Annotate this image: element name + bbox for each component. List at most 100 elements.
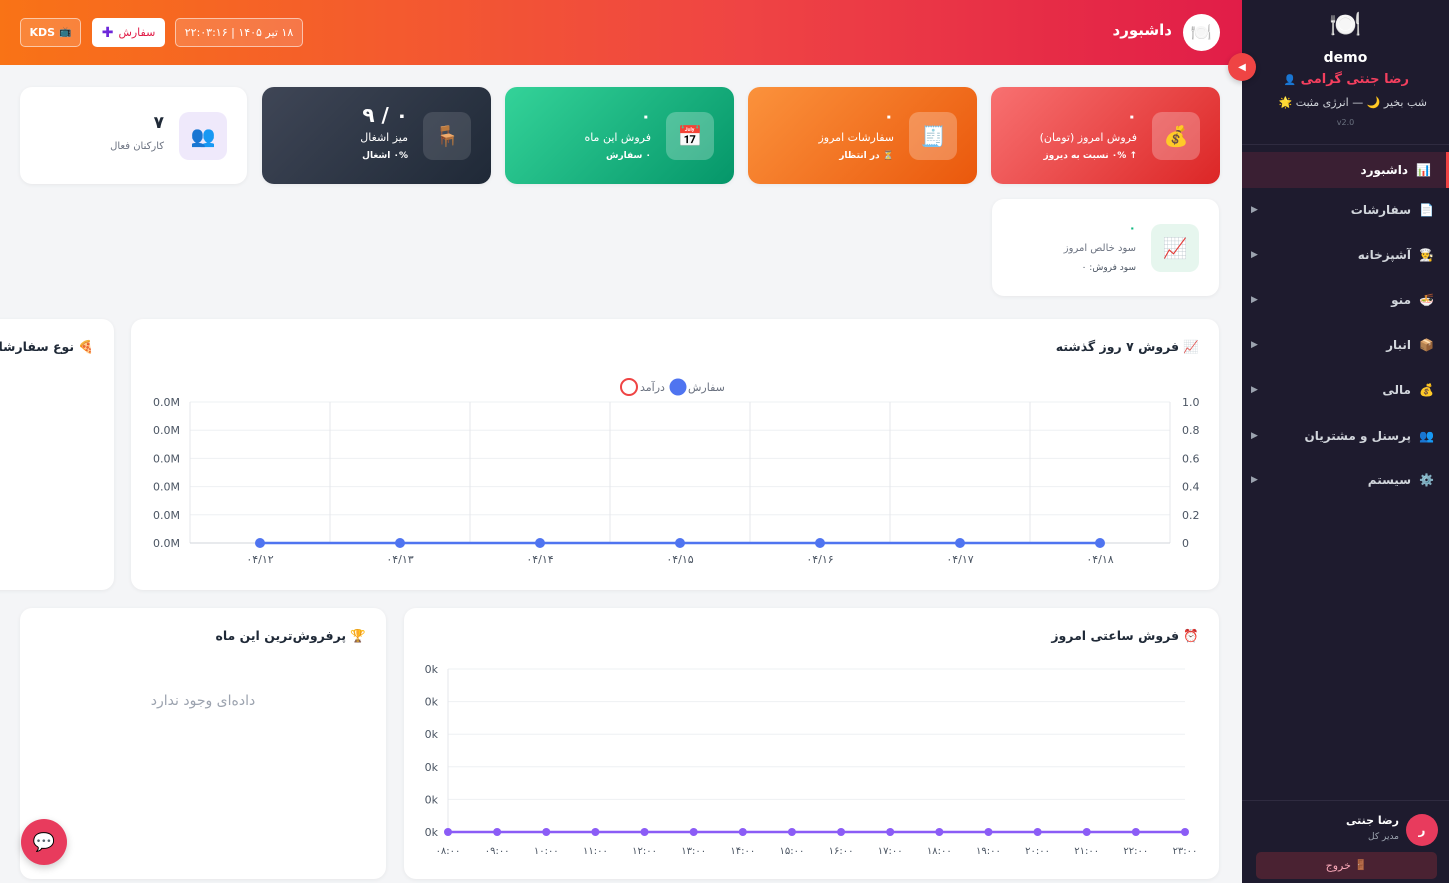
y-tick-label: 0k — [425, 761, 439, 774]
hourly-sales-chart: 0k 0k 0k 0k 0k 0k ۰۸:۰۰ ۰۹:۰۰ ۱۰:۰۰ ۱۱:۰۰ ۱۲:۰۰ ۱۳:… — [425, 663, 1198, 857]
y-right-tick-label: 0.6 — [1182, 452, 1200, 465]
sidebar-item-dashboard[interactable]: داشبورد 📊 — [1242, 152, 1449, 188]
data-point[interactable] — [542, 828, 551, 836]
chat-bubble-icon: 💬 — [32, 831, 56, 853]
chevron-right-icon: ▶ — [1251, 205, 1258, 215]
stat-value: ۰ — [1128, 221, 1136, 235]
data-point[interactable] — [675, 538, 685, 548]
sidebar-item-inventory[interactable]: ▶ انبار 📦 — [1242, 327, 1449, 363]
order-types-panel: 🍕 نوع سفارشات — [0, 319, 114, 590]
data-point[interactable] — [955, 538, 965, 548]
x-tick-label: ۱۵:۰۰ — [780, 846, 805, 857]
stat-value: ۰ — [1126, 107, 1137, 127]
stat-label: سفارشات امروز — [818, 131, 894, 144]
order-button-label: سفارش — [118, 26, 156, 39]
y-left-tick-label: 0.0M — [153, 452, 180, 465]
data-point[interactable] — [689, 828, 698, 836]
y-left-tick-label: 0.0M — [153, 481, 180, 494]
greeting-line: شب بخیر 🌙 — انرژی مثبت 🌟 — [1278, 96, 1427, 109]
data-point[interactable] — [787, 828, 796, 836]
sidebar-item-label: مالی — [1382, 383, 1411, 397]
monitor-icon: 📺 — [59, 27, 72, 38]
data-point[interactable] — [1095, 538, 1105, 548]
x-tick-label: ۱۲:۰۰ — [632, 846, 657, 857]
y-left-tick-label: 0.0M — [153, 509, 180, 522]
new-order-button[interactable]: سفارش ✚ — [92, 18, 165, 47]
data-point[interactable] — [1131, 828, 1140, 836]
data-point[interactable] — [640, 828, 649, 836]
chevron-right-icon: ▶ — [1251, 475, 1258, 485]
sidebar-item-kitchen[interactable]: ▶ آشپزخانه 👨‍🍳 — [1242, 237, 1449, 273]
y-right-tick-label: 1.0 — [1182, 396, 1200, 409]
data-point[interactable] — [535, 538, 545, 548]
legend-revenue-marker[interactable] — [620, 378, 638, 396]
receipt-icon: 🧾 — [909, 112, 957, 160]
kds-label: KDS — [29, 26, 56, 39]
chevron-right-icon: ▶ — [1251, 295, 1258, 305]
top-sellers-panel: 🏆 پرفروش‌ترین این ماه داده‌ای وجود ندارد — [20, 608, 386, 879]
y-tick-label: 0k — [425, 793, 439, 806]
data-point[interactable] — [1181, 828, 1189, 836]
sidebar-item-system[interactable]: ▶ سیستم ⚙️ — [1242, 462, 1449, 498]
kds-button[interactable]: KDS 📺 — [20, 18, 81, 47]
x-tick-label: ۲۰:۰۰ — [1025, 846, 1050, 857]
data-point[interactable] — [444, 828, 452, 836]
sidebar-item-orders[interactable]: ▶ سفارشات 📄 — [1242, 192, 1449, 228]
sidebar-item-staff-customers[interactable]: ▶ پرسنل و مشتریان 👥 — [1242, 418, 1449, 454]
data-point[interactable] — [1033, 828, 1042, 836]
sidebar-item-label: سفارشات — [1350, 203, 1411, 217]
data-point[interactable] — [591, 828, 600, 836]
data-point[interactable] — [738, 828, 747, 836]
sidebar-item-label: پرسنل و مشتریان — [1304, 429, 1411, 443]
data-point[interactable] — [935, 828, 944, 836]
sidebar-item-label: سیستم — [1367, 473, 1411, 487]
data-point[interactable] — [395, 538, 405, 548]
logout-button[interactable]: 🚪 خروج — [1256, 852, 1437, 879]
x-tick-label: ۱۴:۰۰ — [730, 846, 755, 857]
x-tick-label: ۱۸:۰۰ — [927, 846, 952, 857]
chart-up-icon: 📈 — [1151, 224, 1199, 272]
avatar[interactable]: ر — [1406, 814, 1438, 846]
stat-value: ۰ — [883, 107, 894, 127]
panel-title: 🏆 پرفروش‌ترین این ماه — [215, 628, 366, 644]
trophy-icon: 🏆 — [350, 628, 366, 643]
stat-sub: ۰ سفارش — [606, 151, 651, 161]
sidebar-item-finance[interactable]: ▶ مالی 💰 — [1242, 372, 1449, 408]
data-point[interactable] — [815, 538, 825, 548]
sidebar-footer: ر رضا جنتی مدیر کل 🚪 خروج — [1242, 800, 1449, 883]
y-left-tick-label: 0.0M — [153, 396, 180, 409]
gear-icon: ⚙️ — [1419, 473, 1434, 487]
people-icon: 👥 — [1419, 429, 1434, 443]
stat-card-today-orders: 🧾 ۰ سفارشات امروز ⏳ در انتظار — [748, 87, 977, 184]
y-right-tick-label: 0 — [1182, 537, 1189, 550]
x-tick-label: ۱۶:۰۰ — [829, 846, 854, 857]
data-point[interactable] — [255, 538, 265, 548]
legend-order-marker[interactable] — [669, 378, 687, 396]
x-tick-label: ۲۱:۰۰ — [1074, 846, 1099, 857]
data-point[interactable] — [1082, 828, 1091, 836]
hourly-sales-panel: ⏰ فروش ساعتی امروز 0k 0k 0k 0k 0k 0k ۰۸:۰۰ ۰۹:۰… — [404, 608, 1219, 879]
x-tick-label: ۱۰:۰۰ — [534, 846, 559, 857]
empty-state-message: داده‌ای وجود ندارد — [150, 693, 256, 709]
x-tick-label: ۲۳:۰۰ — [1173, 846, 1198, 857]
x-tick-label: ۰۴/۱۳ — [386, 553, 413, 566]
user-role: مدیر کل — [1368, 832, 1399, 842]
stat-card-month-sales: 📅 ۰ فروش این ماه ۰ سفارش — [505, 87, 734, 184]
sidebar-item-menu[interactable]: ▶ منو 🍜 — [1242, 282, 1449, 318]
stat-value: ۷ — [153, 113, 164, 133]
x-tick-label: ۰۴/۱۸ — [1086, 553, 1113, 566]
money-bag-icon: 💰 — [1419, 383, 1434, 397]
y-tick-label: 0k — [425, 663, 439, 676]
y-right-tick-label: 0.8 — [1182, 424, 1200, 437]
sidebar-toggle-button[interactable]: ◀ — [1228, 53, 1256, 81]
data-point[interactable] — [837, 828, 846, 836]
data-point[interactable] — [886, 828, 895, 836]
logout-label: خروج — [1325, 859, 1351, 872]
y-left-tick-label: 0.0M — [153, 537, 180, 550]
chat-button[interactable]: 💬 — [21, 819, 67, 865]
chef-icon: 👨‍🍳 — [1419, 248, 1434, 262]
data-point[interactable] — [984, 828, 993, 836]
document-icon: 📄 — [1419, 203, 1434, 217]
version-label: v2.0 — [1336, 118, 1355, 127]
data-point[interactable] — [493, 828, 502, 836]
